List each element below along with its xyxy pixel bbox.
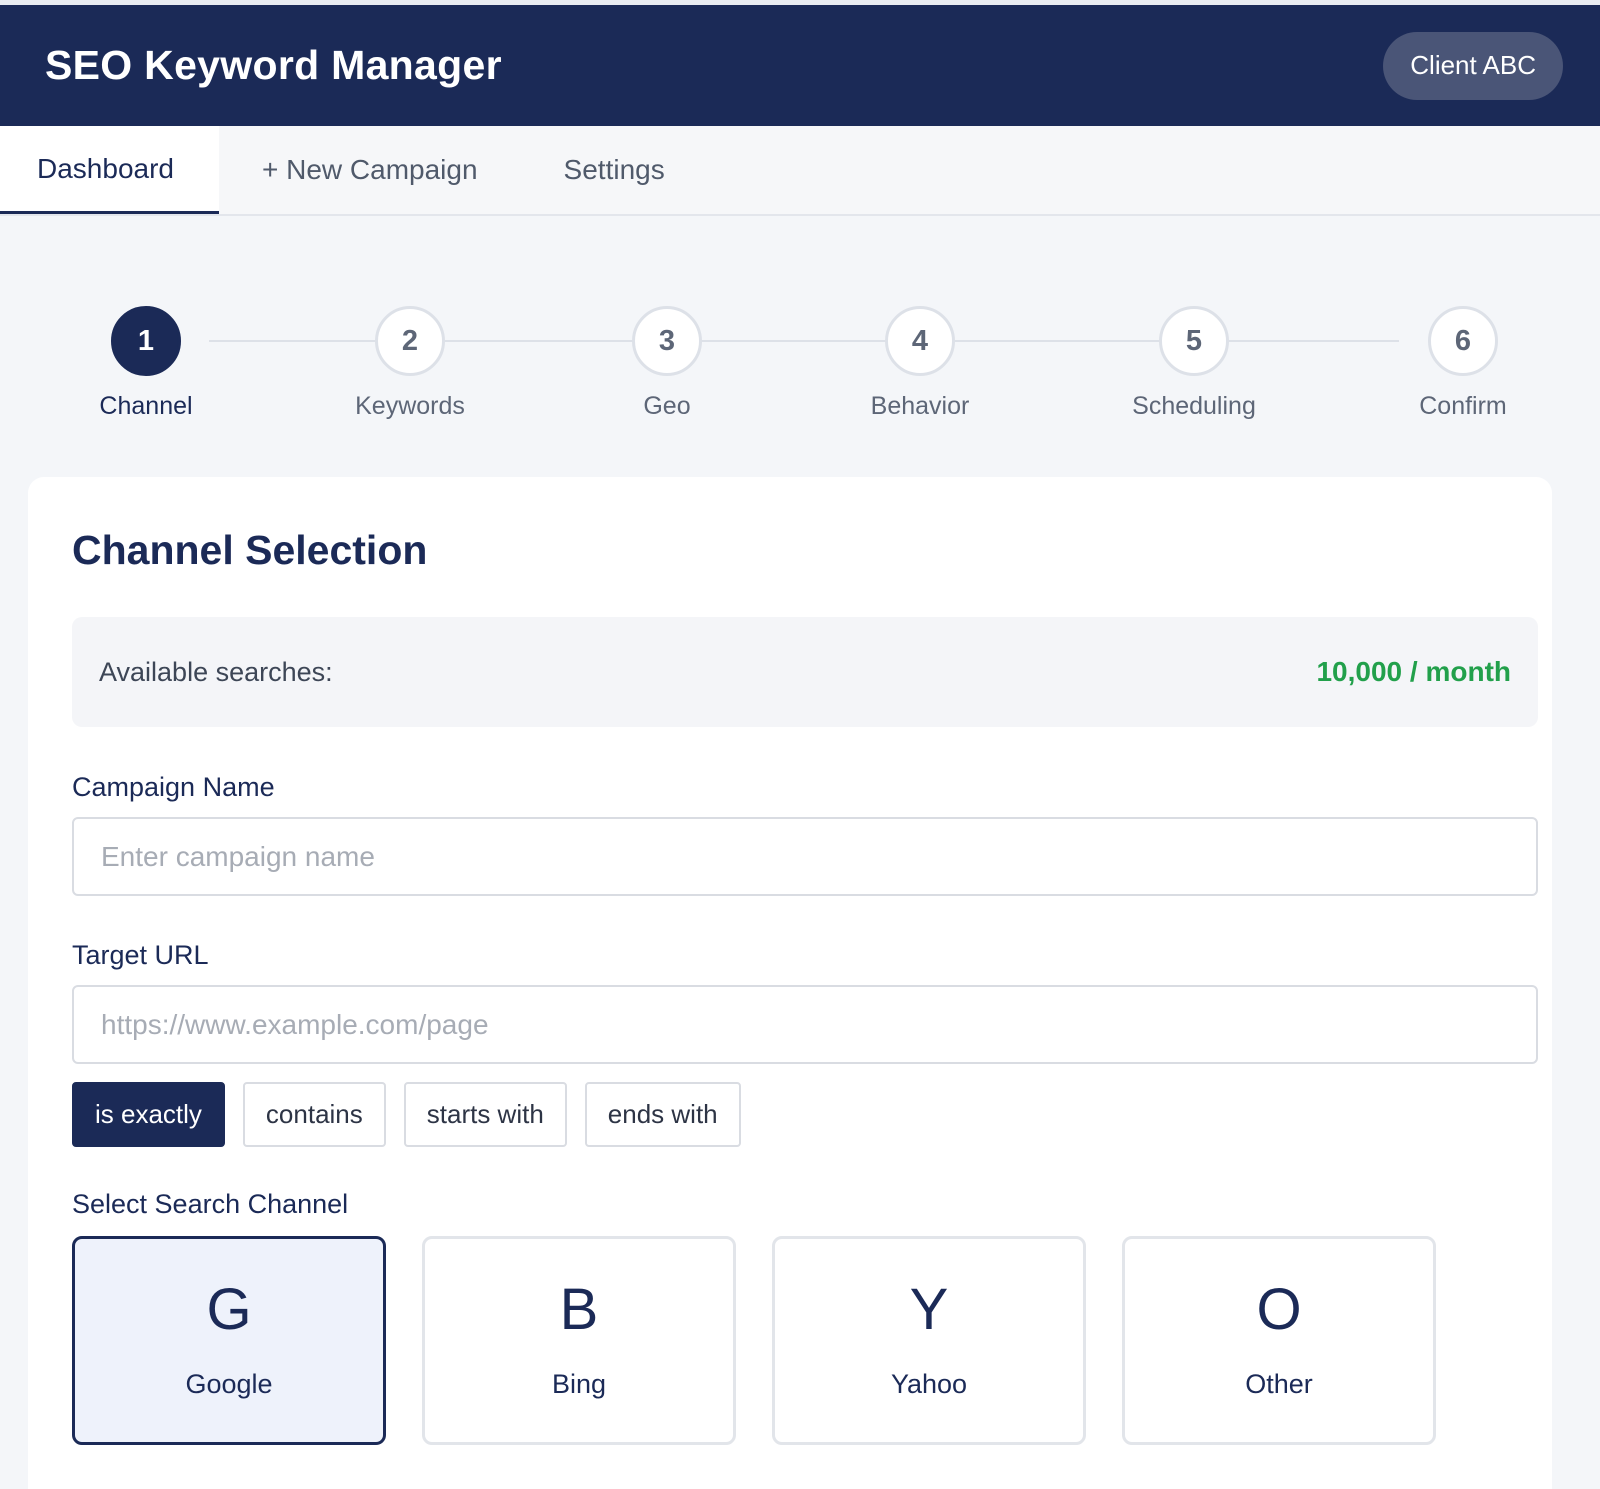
bing-icon: B [559,1277,599,1342]
section-title: Channel Selection [72,527,428,573]
step-label: Geo [643,392,691,420]
step-channel[interactable]: 1 Channel [46,306,246,421]
step-number: 4 [885,306,955,376]
step-number: 5 [1159,306,1229,376]
campaign-name-input[interactable] [72,817,1538,896]
match-is-exactly-button[interactable]: is exactly [72,1082,225,1147]
channel-name: Google [185,1369,273,1399]
channel-selection-card: Channel Selection Available searches: 10… [28,477,1552,1489]
step-label: Behavior [870,392,970,420]
step-keywords[interactable]: 2 Keywords [310,306,510,421]
campaign-name-label: Campaign Name [72,772,275,802]
step-number: 3 [632,306,702,376]
main-nav: Dashboard + New Campaign Settings [0,126,1600,216]
step-label: Channel [99,392,193,420]
step-number: 1 [111,306,181,376]
channel-name: Bing [551,1369,607,1399]
url-match-type-group: is exactly contains starts with ends wit… [72,1082,741,1147]
channel-google-card[interactable]: G Google [72,1236,386,1445]
match-starts-with-button[interactable]: starts with [403,1082,567,1147]
target-url-input[interactable] [72,985,1538,1064]
tab-settings[interactable]: Settings [521,126,708,214]
step-scheduling[interactable]: 5 Scheduling [1094,306,1294,421]
tab-dashboard[interactable]: Dashboard [0,126,219,214]
step-confirm[interactable]: 6 Confirm [1363,306,1563,421]
target-url-label: Target URL [72,940,209,970]
step-label: Confirm [1419,392,1507,420]
step-number: 6 [1428,306,1498,376]
channel-other-card[interactable]: O Other [1122,1236,1436,1445]
channel-name: Yahoo [890,1369,968,1399]
yahoo-icon: Y [909,1277,949,1342]
client-selector[interactable]: Client ABC [1383,31,1563,100]
channel-options: G Google B Bing Y Yahoo O Other [72,1236,1436,1445]
channel-bing-card[interactable]: B Bing [422,1236,736,1445]
available-searches-label: Available searches: [99,656,333,687]
google-icon: G [206,1277,252,1342]
channel-name: Other [1245,1369,1313,1399]
available-searches-value: 10,000 / month [1316,656,1511,687]
app-title: SEO Keyword Manager [45,42,502,88]
step-number: 2 [375,306,445,376]
channel-yahoo-card[interactable]: Y Yahoo [772,1236,1086,1445]
search-channel-label: Select Search Channel [72,1189,349,1219]
match-ends-with-button[interactable]: ends with [584,1082,741,1147]
available-searches-box: Available searches: 10,000 / month [72,617,1538,727]
step-geo[interactable]: 3 Geo [567,306,767,421]
step-label: Scheduling [1132,392,1256,420]
step-label: Keywords [355,392,465,420]
match-contains-button[interactable]: contains [242,1082,386,1147]
other-icon: O [1256,1277,1302,1342]
app-header: SEO Keyword Manager Client ABC [0,5,1600,126]
step-behavior[interactable]: 4 Behavior [820,306,1020,421]
tab-new-campaign[interactable]: + New Campaign [219,126,521,214]
